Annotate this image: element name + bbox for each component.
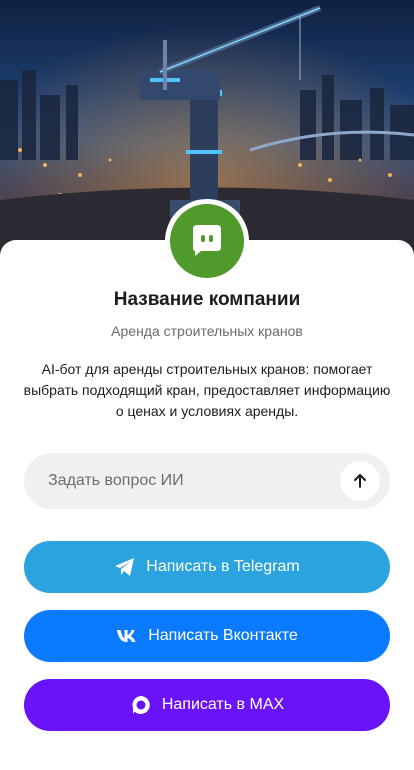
chat-bot-icon bbox=[187, 221, 227, 261]
ask-ai-field[interactable] bbox=[24, 453, 390, 509]
vk-button[interactable]: Написать Вконтакте bbox=[24, 610, 390, 662]
company-name: Название компании bbox=[113, 289, 301, 310]
send-button[interactable] bbox=[340, 461, 380, 501]
max-button-label: Написать в MAX bbox=[161, 696, 285, 713]
company-avatar bbox=[165, 199, 249, 283]
company-subtitle: Аренда строительных кранов bbox=[111, 323, 303, 339]
telegram-button[interactable]: Написать в Telegram bbox=[24, 541, 390, 593]
avatar-circle bbox=[170, 204, 244, 278]
arrow-up-icon bbox=[352, 473, 368, 489]
max-button[interactable]: Написать в MAX bbox=[24, 679, 390, 731]
vk-button-label: Написать Вконтакте bbox=[148, 627, 298, 644]
telegram-icon bbox=[114, 557, 136, 577]
vk-icon bbox=[116, 629, 138, 643]
company-description: AI-бот для аренды строительных кранов: п… bbox=[23, 361, 391, 419]
ask-ai-input[interactable] bbox=[48, 472, 340, 490]
max-icon bbox=[130, 694, 152, 716]
telegram-button-label: Написать в Telegram bbox=[146, 558, 300, 575]
